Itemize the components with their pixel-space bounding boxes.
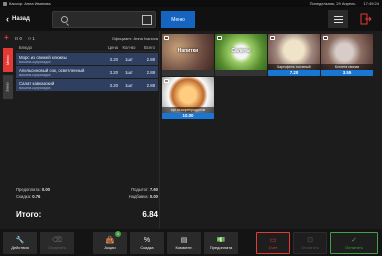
search-icon: [61, 16, 68, 23]
surcharge-label: Надбавка:: [128, 194, 149, 199]
pay-button[interactable]: ✓ Оплатить: [330, 232, 378, 254]
cashier-name: Кассир: Анна Иванова: [9, 1, 51, 6]
side-tabs: Меню Заказ: [3, 48, 13, 102]
tile-title: Напитки: [177, 48, 199, 54]
eraser-icon: ⌫: [52, 236, 62, 244]
menu-category-drinks[interactable]: Напитки: [162, 34, 214, 76]
item-sub: машина-шукрасадка: [19, 72, 51, 77]
pay-icon: ⊡: [307, 236, 313, 244]
hamburger-menu-button[interactable]: [328, 10, 348, 28]
promos-badge: 1: [115, 231, 121, 237]
folder-icon: [217, 36, 222, 40]
col-name: Блюдо: [19, 45, 32, 50]
date-label: Понедельник, 29 Апрель: [309, 1, 356, 6]
pay-button-disabled[interactable]: ⊡ Оплатить: [293, 232, 327, 254]
item-qty: 1шт: [125, 69, 133, 75]
menu-item-potato[interactable]: Картофель толченый 7.20: [268, 34, 320, 76]
tile-price: 3.55: [321, 70, 373, 76]
prepay-button[interactable]: 💵 Предоплата: [204, 232, 238, 254]
search-input[interactable]: [52, 11, 156, 28]
table-row[interactable]: Апельсиновый сок, осветленный машина-шукр…: [16, 66, 158, 78]
checkmark-icon: ✓: [351, 236, 357, 244]
panel-divider: [159, 31, 160, 229]
tile-title: Салаты: [231, 48, 251, 54]
grand-total-label: Итого:: [16, 210, 42, 219]
hamburger-icon: [333, 15, 343, 17]
grand-total: Итого: 6.84: [16, 210, 158, 219]
order-header: + ☷ 0 ⚇ 1 Официант: Анна Ivanova: [4, 33, 158, 43]
item-name: Салат кавказский: [19, 80, 55, 86]
bag-icon: 👜: [105, 236, 115, 244]
prepay-label: Предоплата:: [16, 187, 41, 192]
receipt-icon: ▭: [269, 236, 277, 244]
item-icon: [270, 36, 275, 40]
item-name: Апельсиновый сок, осветленный: [19, 67, 85, 73]
promos-button[interactable]: 👜 Акции 1: [93, 231, 127, 254]
totals-panel: Предоплата: 0.00 Подытог: 7.60 Скидка: 0…: [16, 186, 158, 200]
surcharge-value: 0.00: [149, 194, 158, 199]
tile-price: 7.20: [268, 70, 320, 76]
comment-button[interactable]: ▤ Коммент.: [167, 232, 201, 254]
check-button[interactable]: ▭ Счет: [256, 232, 290, 254]
seat-count[interactable]: ⚇ 1: [28, 36, 35, 41]
keyboard-toggle[interactable]: [142, 15, 152, 25]
item-qty: 1шт: [125, 56, 133, 62]
prepay-value: 0.00: [41, 187, 50, 192]
wrench-icon: 🔧: [15, 236, 25, 244]
percent-icon: %: [143, 236, 151, 244]
menu-item-cutlet[interactable]: Котлета свиная 3.55: [321, 34, 373, 76]
subtotal-value: 7.60: [149, 187, 158, 192]
discount-button[interactable]: % Скидка: [130, 232, 164, 254]
bottom-action-bar: 🔧 Действия ⌫ Очистить 👜 Акции 1 % Скидка…: [0, 229, 382, 256]
guests-icon: ☷: [14, 35, 19, 41]
item-sum: 2.88: [146, 82, 155, 88]
menu-item-seafood-soup[interactable]: суп из морепродуктов 10.00: [162, 77, 214, 119]
discount-value: 0.76: [32, 194, 41, 199]
item-name: Морс из свежей клюквы: [19, 54, 67, 60]
discount-label: Скидка:: [16, 194, 32, 199]
item-price: 3.20: [109, 69, 118, 75]
table-row[interactable]: Морс из свежей клюквы машина-шукрасадка 3…: [16, 53, 158, 65]
folder-icon: [164, 36, 169, 40]
guests-count[interactable]: ☷ 0: [15, 36, 22, 41]
cash-icon: 💵: [216, 236, 226, 244]
tab-side-menu[interactable]: Меню: [3, 48, 13, 72]
order-table: Блюдо Цена Кол-во Всего Морс из свежей к…: [16, 44, 158, 91]
tab-menu[interactable]: Меню: [161, 11, 195, 28]
item-icon: [164, 79, 169, 83]
table-row[interactable]: Салат кавказский машина-шукрасадка 3.20 1…: [16, 79, 158, 91]
table-header: Блюдо Цена Кол-во Всего: [16, 44, 158, 52]
top-toolbar: ‹ Назад Меню: [0, 7, 382, 31]
item-icon: [323, 36, 328, 40]
back-button[interactable]: ‹ Назад: [0, 7, 42, 31]
back-label: Назад: [12, 16, 30, 22]
add-order-button[interactable]: +: [4, 34, 9, 42]
subtotal-label: Подытог:: [131, 187, 149, 192]
item-sum: 2.88: [146, 56, 155, 62]
item-sub: машина-шукрасадка: [19, 59, 51, 64]
waiter-label: Официант: Анна Ivanova: [111, 35, 158, 41]
item-price: 3.20: [109, 82, 118, 88]
tile-price: 10.00: [162, 113, 214, 119]
chevron-left-icon: ‹: [6, 13, 9, 24]
user-icon: [3, 1, 7, 6]
item-price: 3.20: [109, 56, 118, 62]
grand-total-value: 6.84: [142, 210, 158, 219]
exit-button[interactable]: [352, 10, 380, 28]
tab-side-order[interactable]: Заказ: [3, 75, 13, 99]
comment-icon: ▤: [180, 236, 188, 244]
item-sub: машина-шукрасадка: [19, 85, 51, 90]
col-qty: Кол-во: [122, 45, 136, 50]
clear-button[interactable]: ⌫ Очистить: [40, 232, 74, 254]
person-icon: ⚇: [27, 35, 32, 41]
logout-icon: [360, 13, 372, 25]
col-sum: Всего: [144, 45, 155, 50]
time-label: 17:49:24: [363, 1, 379, 6]
col-price: Цена: [107, 45, 118, 50]
menu-category-salads[interactable]: Салаты: [215, 34, 267, 76]
item-qty: 1шт: [125, 82, 133, 88]
item-sum: 2.88: [146, 69, 155, 75]
actions-button[interactable]: 🔧 Действия: [3, 232, 37, 254]
status-bar: Кассир: Анна Иванова Понедельник, 29 Апр…: [0, 0, 382, 7]
